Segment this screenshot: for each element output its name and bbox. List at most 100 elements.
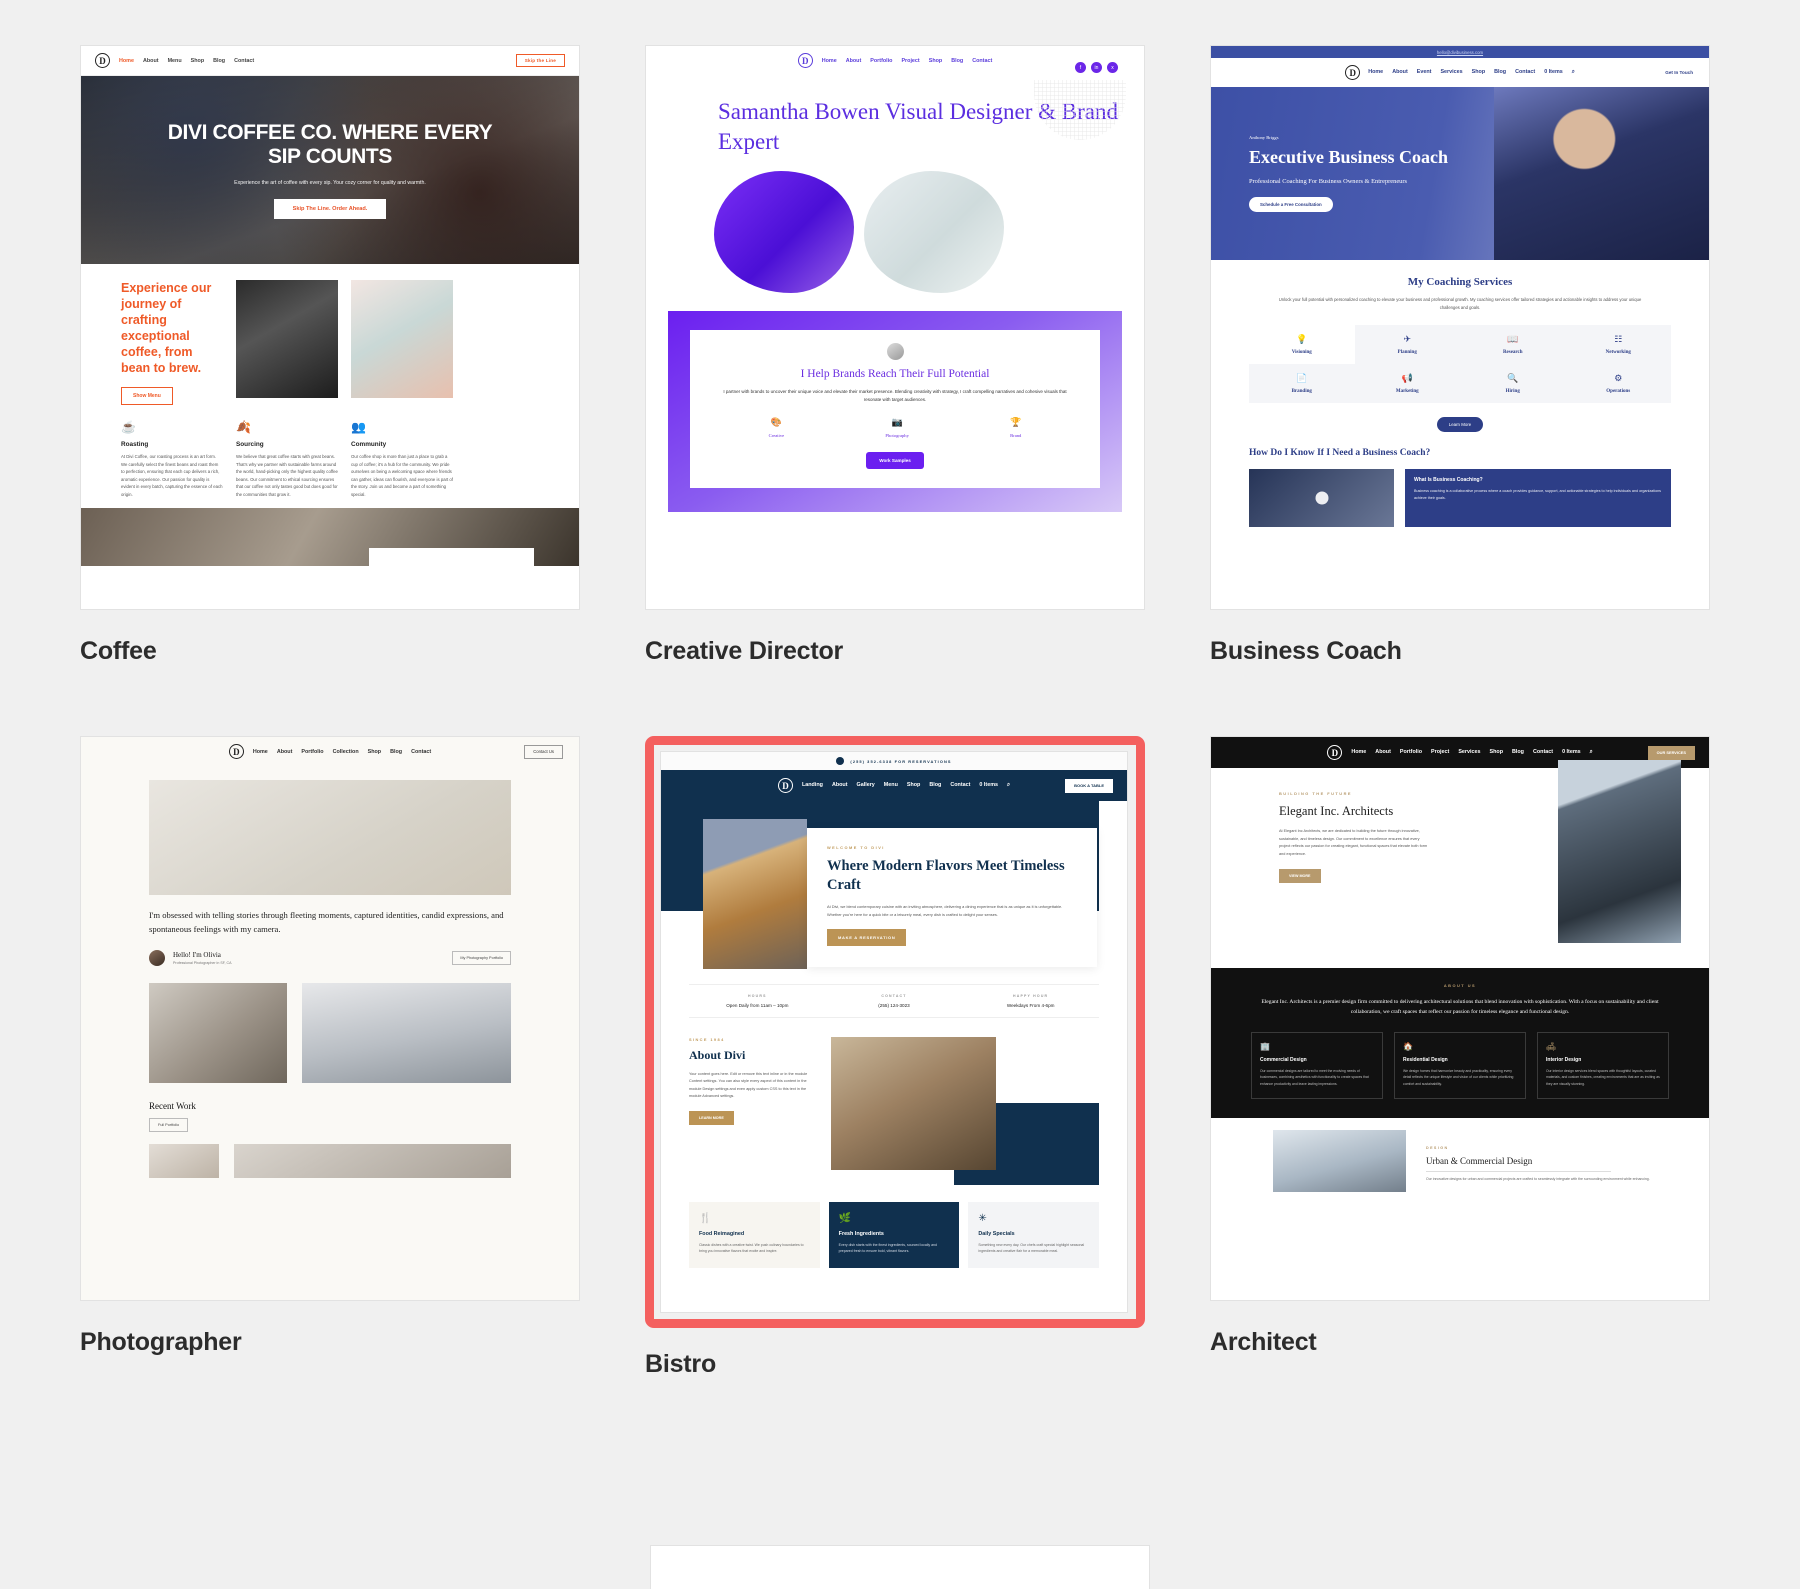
template-preview-bistro[interactable]: (255) 352-6338 FOR RESERVATIONS D Landin…	[660, 751, 1128, 1313]
nav-link[interactable]: Blog	[1512, 749, 1524, 756]
ar-hero-button[interactable]: VIEW MORE	[1279, 869, 1321, 884]
template-card-coffee[interactable]: D Home About Menu Shop Blog Contact Skip…	[80, 45, 580, 666]
search-icon[interactable]: ⌕	[1572, 69, 1575, 76]
cd-panel-button[interactable]: Work Samples	[866, 452, 924, 470]
bc-service-item[interactable]: 🔍 Hiring	[1460, 363, 1566, 403]
nav-link[interactable]: Shop	[929, 58, 942, 64]
bi-learn-more-button[interactable]: LEARN MORE	[689, 1110, 734, 1125]
nav-link[interactable]: Shop	[191, 58, 204, 64]
nav-link[interactable]: Contact	[972, 58, 992, 64]
nav-link[interactable]: Contact	[950, 782, 970, 789]
play-icon[interactable]	[1315, 491, 1328, 505]
social-dots[interactable]: f in x	[1075, 62, 1118, 73]
bi-feature-title: Fresh Ingredients	[838, 1231, 884, 1237]
ph-full-portfolio-button[interactable]: Full Portfolio	[149, 1118, 189, 1133]
bc-video-thumb[interactable]	[1249, 468, 1394, 527]
bi-book-table-button[interactable]: BOOK A TABLE	[1065, 778, 1113, 793]
ar-service-title: Residential Design	[1403, 1056, 1448, 1063]
nav-link[interactable]: Home	[253, 749, 268, 755]
ph-portfolio-button[interactable]: My Photography Portfolio	[452, 951, 511, 966]
template-preview-business-coach[interactable]: hello@divibusiness.com D Home About Even…	[1210, 45, 1710, 610]
nav-link[interactable]: Blog	[213, 58, 225, 64]
facebook-icon[interactable]: f	[1075, 62, 1086, 73]
template-card-business-coach[interactable]: hello@divibusiness.com D Home About Even…	[1210, 45, 1710, 666]
linkedin-icon[interactable]: in	[1091, 62, 1102, 73]
coffee-body: Experience our journey of crafting excep…	[81, 264, 579, 509]
bc-topbar-email[interactable]: hello@divibusiness.com	[1211, 46, 1709, 58]
template-card-creative-director[interactable]: D Home About Portfolio Project Shop Blog…	[645, 45, 1145, 666]
bc-service-item[interactable]: ✈ Planning	[1354, 324, 1460, 364]
nav-link[interactable]: Home	[119, 58, 134, 64]
search-icon[interactable]: ⌕	[1007, 782, 1010, 789]
nav-link[interactable]: Contact	[1515, 69, 1535, 76]
nav-link[interactable]: About	[277, 749, 293, 755]
ar-nav-cta[interactable]: OUR SERVICES	[1647, 745, 1695, 760]
nav-link[interactable]: Project	[901, 58, 919, 64]
nav-link[interactable]: About	[1392, 69, 1408, 76]
nav-link[interactable]: Blog	[951, 58, 963, 64]
bc-service-item[interactable]: 💡 Visioning	[1249, 325, 1355, 364]
bi-reservation-button[interactable]: MAKE A RESERVATION	[827, 929, 907, 947]
coffee-footer-image	[81, 508, 579, 567]
bc-nav-cta[interactable]: Get In Touch	[1665, 70, 1693, 75]
nav-link[interactable]: Shop	[1472, 69, 1485, 76]
bc-nav-links[interactable]: Home About Event Services Shop Blog Cont…	[1368, 69, 1575, 76]
template-preview-creative-director[interactable]: D Home About Portfolio Project Shop Blog…	[645, 45, 1145, 610]
bc-service-item[interactable]: 📢 Marketing	[1354, 363, 1460, 403]
nav-link[interactable]: Blog	[390, 749, 402, 755]
bi-nav-links[interactable]: Landing About Gallery Menu Shop Blog Con…	[802, 782, 1010, 789]
cart-icon[interactable]: 0 Items	[1562, 749, 1581, 756]
ph-nav-cta[interactable]: Contact Us	[524, 744, 563, 759]
bc-service-item[interactable]: 📖 Research	[1460, 324, 1566, 364]
nav-link[interactable]: Project	[1431, 749, 1449, 756]
coffee-nav-cta[interactable]: Skip the Line	[515, 54, 565, 67]
nav-link[interactable]: Portfolio	[301, 749, 323, 755]
nav-link[interactable]: Blog	[929, 782, 941, 789]
nav-link[interactable]: Services	[1458, 749, 1480, 756]
ph-nav-links[interactable]: Home About Portfolio Collection Shop Blo…	[253, 749, 431, 755]
nav-link[interactable]: About	[143, 58, 159, 64]
coffee-promo-button[interactable]: Show Menu	[121, 387, 173, 405]
nav-link[interactable]: Shop	[1490, 749, 1503, 756]
nav-link[interactable]: Menu	[168, 58, 182, 64]
bc-service-item[interactable]: ☷ Networking	[1565, 324, 1671, 364]
nav-link[interactable]: Shop	[368, 749, 381, 755]
coffee-nav-links[interactable]: Home About Menu Shop Blog Contact	[119, 58, 254, 64]
nav-link[interactable]: About	[832, 782, 848, 789]
nav-link[interactable]: Services	[1440, 69, 1462, 76]
nav-link[interactable]: Home	[1368, 69, 1383, 76]
nav-link[interactable]: Event	[1417, 69, 1432, 76]
template-preview-photographer[interactable]: D Home About Portfolio Collection Shop B…	[80, 736, 580, 1301]
nav-link[interactable]: Collection	[333, 749, 359, 755]
nav-link[interactable]: Shop	[907, 782, 920, 789]
template-card-bistro[interactable]: (255) 352-6338 FOR RESERVATIONS D Landin…	[645, 736, 1145, 1379]
nav-link[interactable]: Portfolio	[870, 58, 892, 64]
template-preview-coffee[interactable]: D Home About Menu Shop Blog Contact Skip…	[80, 45, 580, 610]
bc-service-item[interactable]: ⚙ Operations	[1565, 363, 1671, 403]
nav-link[interactable]: Portfolio	[1400, 749, 1422, 756]
nav-link[interactable]: Blog	[1494, 69, 1506, 76]
nav-link[interactable]: Contact	[234, 58, 254, 64]
bc-hero-cta[interactable]: Schedule a Free Consultation	[1249, 197, 1333, 213]
template-preview-architect[interactable]: D Home About Portfolio Project Services …	[1210, 736, 1710, 1301]
nav-link[interactable]: Gallery	[857, 782, 875, 789]
bc-service-item[interactable]: 📄 Branding	[1249, 363, 1355, 403]
cart-icon[interactable]: 0 Items	[1544, 69, 1563, 76]
bc-learn-more-button[interactable]: Learn More	[1436, 416, 1484, 432]
template-card-architect[interactable]: D Home About Portfolio Project Services …	[1210, 736, 1710, 1379]
twitter-icon[interactable]: x	[1107, 62, 1118, 73]
ar-nav-links[interactable]: Home About Portfolio Project Services Sh…	[1351, 749, 1592, 756]
nav-link[interactable]: Menu	[884, 782, 898, 789]
cd-nav-links[interactable]: Home About Portfolio Project Shop Blog C…	[822, 58, 993, 64]
cart-icon[interactable]: 0 Items	[979, 782, 998, 789]
coffee-hero-cta[interactable]: Skip The Line. Order Ahead.	[273, 199, 387, 220]
nav-link[interactable]: Home	[1351, 749, 1366, 756]
nav-link[interactable]: Home	[822, 58, 837, 64]
nav-link[interactable]: About	[846, 58, 862, 64]
search-icon[interactable]: ⌕	[1590, 749, 1593, 756]
template-card-photographer[interactable]: D Home About Portfolio Collection Shop B…	[80, 736, 580, 1379]
nav-link[interactable]: About	[1375, 749, 1391, 756]
nav-link[interactable]: Contact	[411, 749, 431, 755]
nav-link[interactable]: Landing	[802, 782, 823, 789]
nav-link[interactable]: Contact	[1533, 749, 1553, 756]
